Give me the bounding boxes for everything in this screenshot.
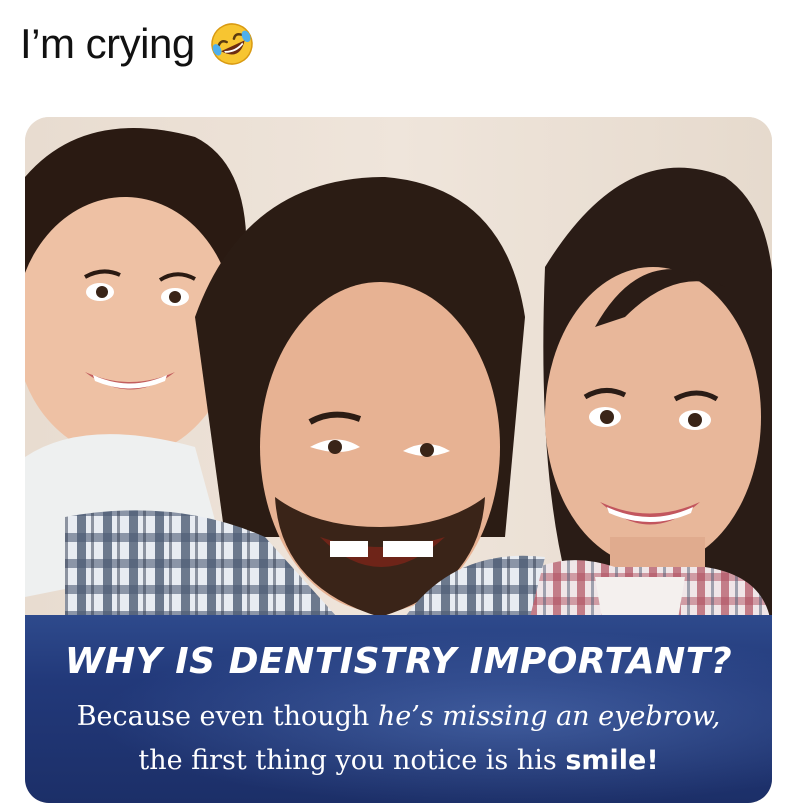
banner-line-1: Because even though he’s missing an eyeb… [25,701,772,732]
banner-line-2: the first thing you notice is his smile! [25,745,772,776]
meme-photo: WHY IS DENTISTRY IMPORTANT? Because even… [25,117,772,803]
banner-line-2-plain: the first thing you notice is his [138,745,566,776]
rolling-on-floor-laughing-emoji-icon [209,21,255,67]
banner-headline: WHY IS DENTISTRY IMPORTANT? [64,641,733,682]
dentistry-banner: WHY IS DENTISTRY IMPORTANT? Because even… [25,615,772,803]
post-caption: I’m crying [20,14,255,74]
meme-post: I’m crying WHY IS DENTISTRY IMPORTANT? B… [0,0,800,806]
banner-line-2-bold: smile! [565,745,659,776]
banner-line-1-plain: Because even though [76,701,378,732]
banner-line-1-italic: he’s missing an eyebrow, [377,701,721,732]
caption-text: I’m crying [20,20,195,67]
